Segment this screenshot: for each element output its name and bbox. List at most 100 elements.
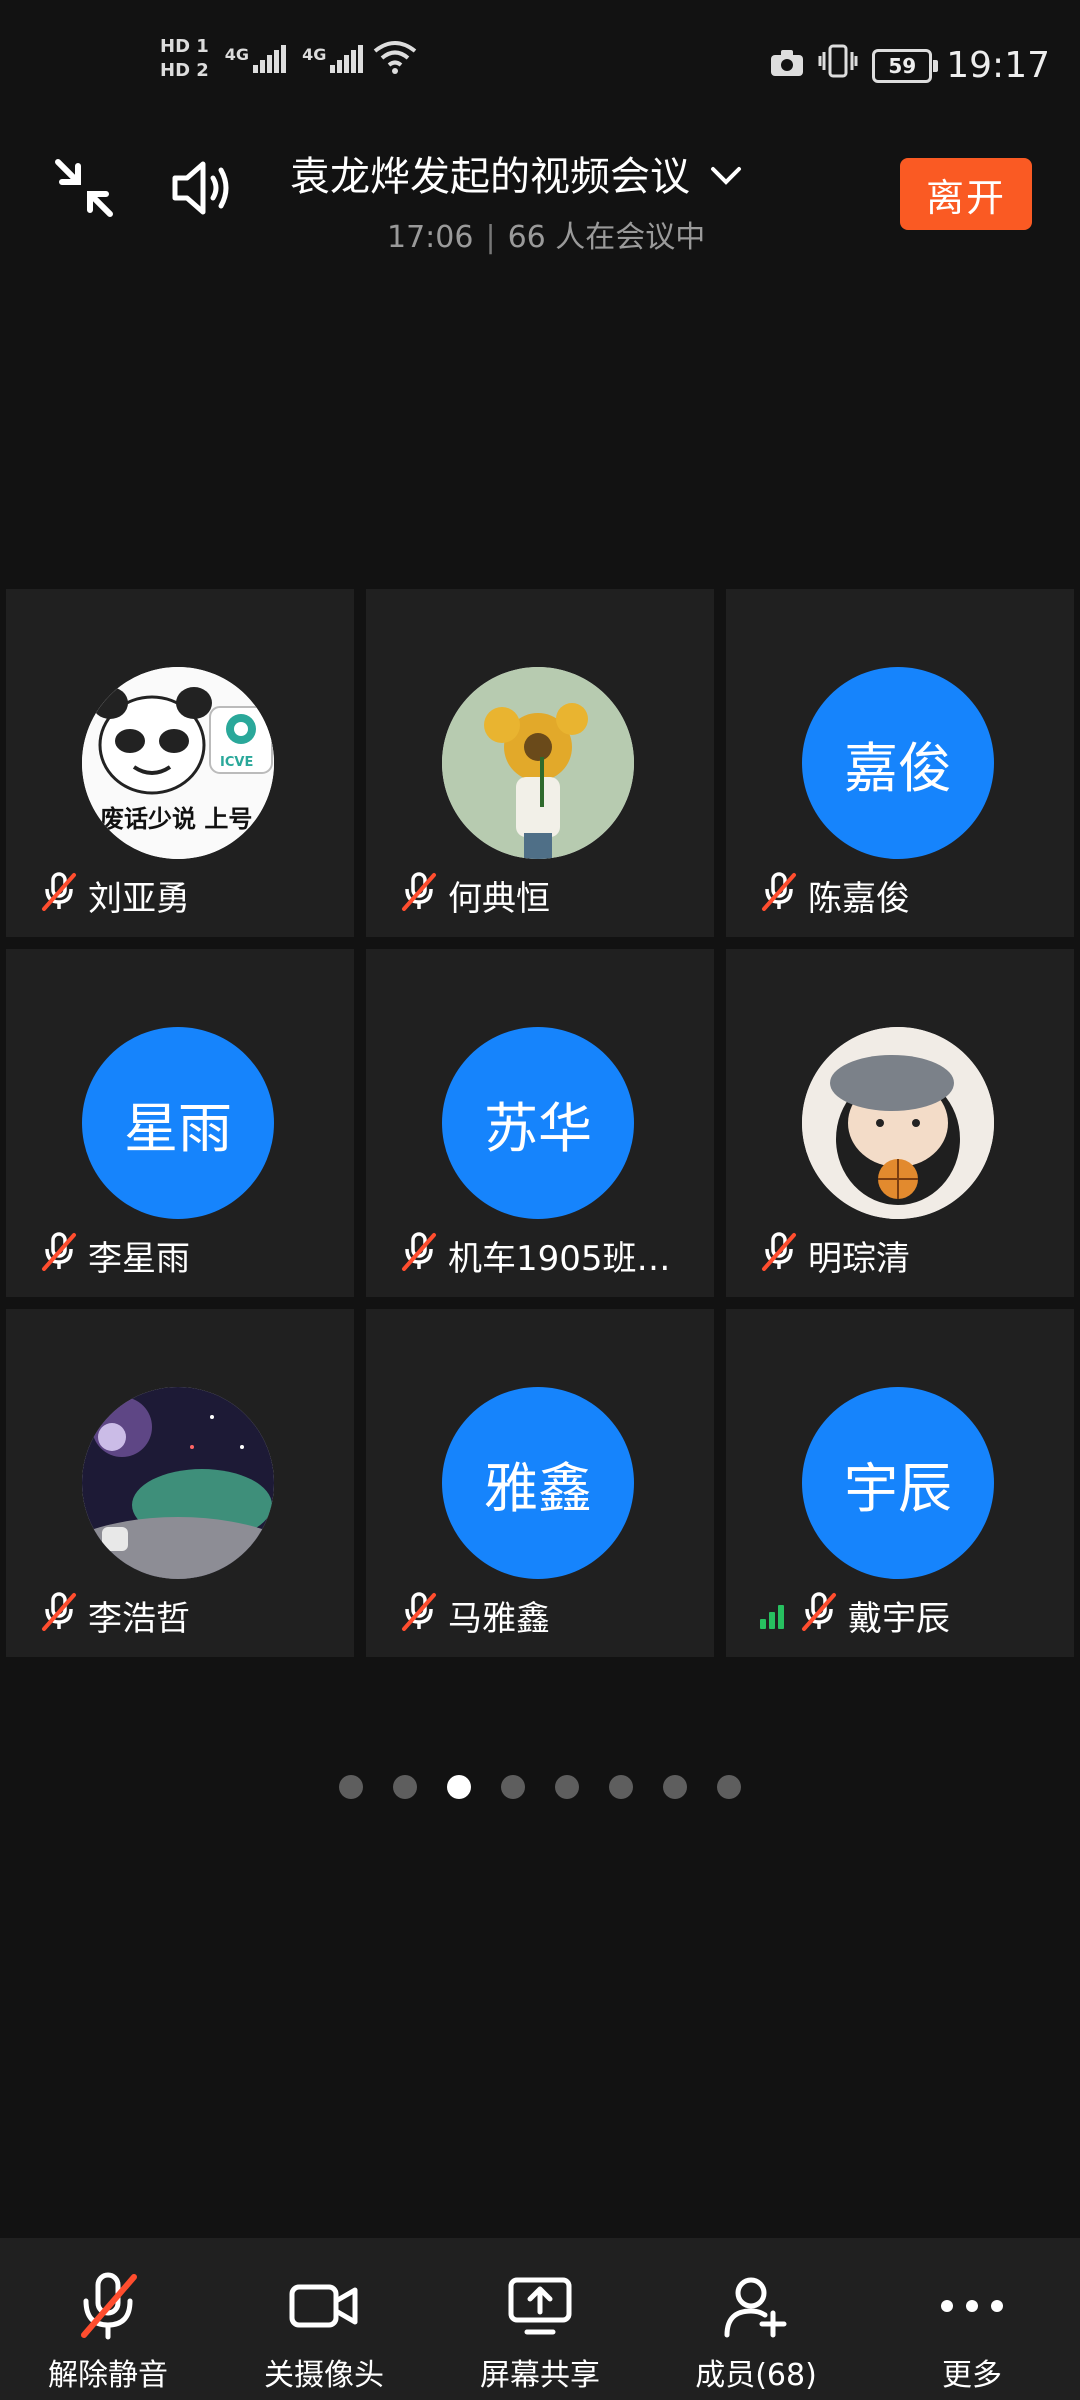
add-member-icon	[720, 2270, 792, 2342]
mic-off-icon	[800, 1591, 838, 1640]
participant-tile[interactable]: 雅鑫 马雅鑫	[366, 1309, 714, 1657]
avatar	[442, 667, 634, 859]
mic-off-icon	[40, 871, 78, 920]
meeting-info[interactable]: 袁龙烨发起的视频会议 17:06 | 66 人在会议中	[290, 144, 790, 256]
participant-label: 刘亚勇	[40, 871, 190, 920]
participant-name: 马雅鑫	[448, 1599, 550, 1639]
participant-name: 戴宇辰	[848, 1599, 950, 1639]
participant-name: 何典恒	[448, 879, 550, 919]
meeting-subtitle: 17:06 | 66 人在会议中	[290, 212, 790, 256]
separator: |	[485, 220, 496, 255]
avatar: 雅鑫	[442, 1387, 634, 1579]
avatar	[82, 1387, 274, 1579]
more-label: 更多	[942, 2358, 1002, 2393]
participant-tile[interactable]: 李浩哲	[6, 1309, 354, 1657]
signal-strength-icon	[760, 1603, 784, 1629]
chevron-down-icon	[710, 150, 742, 196]
participant-tile[interactable]: 宇辰 戴宇辰	[726, 1309, 1074, 1657]
participant-name: 明琮清	[808, 1239, 910, 1279]
battery-indicator: 59	[872, 48, 939, 83]
page-dot[interactable]	[717, 1775, 741, 1799]
participant-tile[interactable]: 明琮清	[726, 949, 1074, 1297]
participant-label: 李星雨	[40, 1231, 190, 1280]
page-dot[interactable]	[663, 1775, 687, 1799]
mic-off-icon	[40, 1231, 78, 1280]
more-button[interactable]: 更多	[872, 2238, 1072, 2400]
mic-off-icon	[760, 1231, 798, 1280]
page-dot[interactable]	[501, 1775, 525, 1799]
page-dot[interactable]	[555, 1775, 579, 1799]
participant-name: 刘亚勇	[88, 879, 190, 919]
page-dot[interactable]	[339, 1775, 363, 1799]
avatar	[802, 1027, 994, 1219]
mic-off-icon	[400, 1231, 438, 1280]
avatar: ICVE 废话少说 上号	[82, 667, 274, 859]
meeting-start-time: 17:06	[387, 220, 474, 255]
bottom-toolbar: 解除静音 关摄像头 屏幕共享 成员(68) 更多	[0, 2238, 1080, 2400]
wifi-icon	[373, 39, 417, 79]
participant-label: 明琮清	[760, 1231, 910, 1280]
mic-off-icon	[40, 1591, 78, 1640]
meeting-title: 袁龙烨发起的视频会议	[290, 154, 690, 200]
avatar-badge: ICVE	[220, 755, 254, 770]
share-label: 屏幕共享	[480, 2358, 600, 2393]
participant-name: 陈嘉俊	[808, 879, 910, 919]
members-label: 成员(68)	[695, 2358, 817, 2393]
speaker-icon	[169, 156, 239, 224]
system-status: 59 19:17	[770, 44, 1050, 87]
participant-tile[interactable]: 嘉俊 陈嘉俊	[726, 589, 1074, 937]
vibrate-icon	[818, 44, 858, 87]
participant-name: 机车1905班…	[448, 1239, 671, 1279]
sim1-label: HD 1	[160, 36, 209, 57]
participant-name: 李星雨	[88, 1239, 190, 1279]
participant-grid: ICVE 废话少说 上号 刘亚勇 何典恒 嘉俊 陈嘉俊 星雨 李星雨 苏华 机车…	[6, 589, 1074, 1657]
clock: 19:17	[946, 45, 1050, 86]
page-dot-active[interactable]	[447, 1775, 471, 1799]
participant-label: 李浩哲	[40, 1591, 190, 1640]
page-dot[interactable]	[393, 1775, 417, 1799]
participant-count: 66 人在会议中	[507, 220, 706, 255]
camera-label: 关摄像头	[264, 2358, 384, 2393]
participant-label: 陈嘉俊	[760, 871, 910, 920]
avatar: 星雨	[82, 1027, 274, 1219]
hd-badges: HD 1 HD 2	[160, 36, 209, 82]
participant-name: 李浩哲	[88, 1599, 190, 1639]
mic-off-icon	[400, 1591, 438, 1640]
video-camera-icon	[288, 2270, 360, 2342]
unmute-button[interactable]: 解除静音	[8, 2238, 208, 2400]
camera-button[interactable]: 关摄像头	[224, 2238, 424, 2400]
avatar-caption: 废话少说 上号	[100, 805, 253, 833]
mic-off-icon	[72, 2270, 144, 2342]
participant-label: 马雅鑫	[400, 1591, 550, 1640]
participant-label: 何典恒	[400, 871, 550, 920]
avatar: 宇辰	[802, 1387, 994, 1579]
mic-off-icon	[760, 871, 798, 920]
screen-share-button[interactable]: 屏幕共享	[440, 2238, 640, 2400]
mic-off-icon	[400, 871, 438, 920]
network-indicators: HD 1 HD 2 4G 4G	[160, 36, 417, 82]
meeting-title-row[interactable]: 袁龙烨发起的视频会议	[290, 144, 790, 202]
screen-share-icon	[504, 2270, 576, 2342]
page-dot[interactable]	[609, 1775, 633, 1799]
unmute-label: 解除静音	[48, 2358, 168, 2393]
more-dots-icon	[936, 2270, 1008, 2342]
minimize-button[interactable]	[44, 150, 124, 230]
page-indicator[interactable]	[0, 1775, 1080, 1799]
camera-status-icon	[770, 45, 804, 86]
avatar: 苏华	[442, 1027, 634, 1219]
status-bar: HD 1 HD 2 4G 4G 59 19:17	[0, 0, 1080, 140]
signal-sim2-icon: 4G	[302, 45, 364, 73]
speaker-button[interactable]	[164, 150, 244, 230]
members-button[interactable]: 成员(68)	[656, 2238, 856, 2400]
net2-label: 4G	[302, 45, 327, 64]
participant-tile[interactable]: ICVE 废话少说 上号 刘亚勇	[6, 589, 354, 937]
participant-tile[interactable]: 星雨 李星雨	[6, 949, 354, 1297]
leave-button[interactable]: 离开	[900, 158, 1032, 230]
signal-sim1-icon: 4G	[224, 45, 287, 73]
participant-label: 戴宇辰	[760, 1591, 950, 1640]
participant-tile[interactable]: 苏华 机车1905班…	[366, 949, 714, 1297]
participant-tile[interactable]: 何典恒	[366, 589, 714, 937]
avatar: 嘉俊	[802, 667, 994, 859]
participant-label: 机车1905班…	[400, 1231, 671, 1280]
net1-label: 4G	[224, 45, 250, 64]
